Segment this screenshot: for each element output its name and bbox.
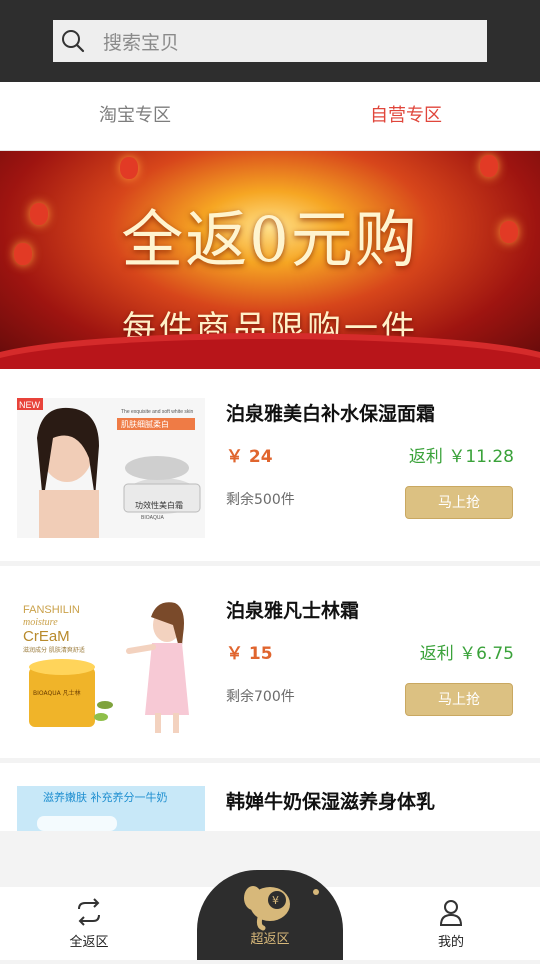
product-card[interactable]: 滋养嫩肤 补充养分一牛奶 韩婵牛奶保湿滋养身体乳 <box>0 763 540 831</box>
image-title: 肌肤细腻柔白 <box>121 419 169 429</box>
product-rebate: 返利 ￥6.75 <box>419 644 514 664</box>
buy-now-button[interactable]: 马上抢 <box>405 683 513 716</box>
image-line1: FANSHILIN <box>23 604 80 616</box>
product-price: ￥ 24 <box>226 447 273 467</box>
product-image[interactable]: 滋养嫩肤 补充养分一牛奶 <box>17 786 205 831</box>
swap-arrows-icon <box>74 897 104 927</box>
product-card[interactable]: FANSHILIN moisture CrEaM 滋润成分 肌肤清爽舒适 BIO… <box>0 566 540 758</box>
tab-all-rebate-label: 全返区 <box>69 935 109 950</box>
jar-brand: BIOAQUA <box>141 515 164 521</box>
image-line4: 滋润成分 肌肤清爽舒适 <box>23 646 85 654</box>
tab-mine[interactable]: 我的 <box>401 897 501 950</box>
lantern-decoration <box>120 157 138 179</box>
product-image[interactable]: FANSHILIN moisture CrEaM 滋润成分 肌肤清爽舒适 BIO… <box>17 595 205 735</box>
product-image[interactable]: NEW The exquisite and soft white skin 肌肤… <box>17 398 205 538</box>
banner-title: 全返0元购 <box>121 203 419 276</box>
search-bar[interactable]: 搜索宝贝 <box>53 20 487 62</box>
product-stock: 剩余700件 <box>226 689 295 705</box>
new-badge: NEW <box>19 400 41 410</box>
svg-text:¥: ¥ <box>272 894 279 907</box>
top-bar: 搜索宝贝 <box>0 0 540 82</box>
promo-banner[interactable]: 全返0元购 每件商品限购一件 <box>0 151 540 369</box>
product-rebate: 返利 ￥11.28 <box>408 447 514 467</box>
image-line2: moisture <box>23 617 58 628</box>
search-icon <box>61 29 85 53</box>
user-icon <box>436 897 466 927</box>
image-line3: CrEaM <box>23 628 70 645</box>
tab-self-zone[interactable]: 自营专区 <box>326 82 486 150</box>
product-name[interactable]: 泊泉雅美白补水保湿面霜 <box>226 399 435 426</box>
image-headline: 滋养嫩肤 补充养分一牛奶 <box>43 790 168 804</box>
zone-tabs: 淘宝专区 自营专区 <box>0 82 540 151</box>
buy-now-button[interactable]: 马上抢 <box>405 486 513 519</box>
lantern-decoration <box>480 155 498 177</box>
jar-label: 功效性美白霜 <box>135 500 183 510</box>
search-placeholder[interactable]: 搜索宝贝 <box>103 28 179 55</box>
tab-super-rebate-label[interactable]: 超返区 <box>197 928 343 947</box>
tab-taobao-zone[interactable]: 淘宝专区 <box>55 82 215 150</box>
product-name[interactable]: 泊泉雅凡士林霜 <box>226 596 359 623</box>
image-headline: The exquisite and soft white skin <box>121 409 193 415</box>
jar-label: BIOAQUA 凡士林 <box>33 689 81 697</box>
product-price: ￥ 15 <box>226 644 273 664</box>
product-card[interactable]: NEW The exquisite and soft white skin 肌肤… <box>0 369 540 561</box>
tab-mine-label: 我的 <box>437 935 464 950</box>
product-name[interactable]: 韩婵牛奶保湿滋养身体乳 <box>226 787 435 814</box>
tab-all-rebate[interactable]: 全返区 <box>39 897 139 950</box>
product-stock: 剩余500件 <box>226 492 295 508</box>
